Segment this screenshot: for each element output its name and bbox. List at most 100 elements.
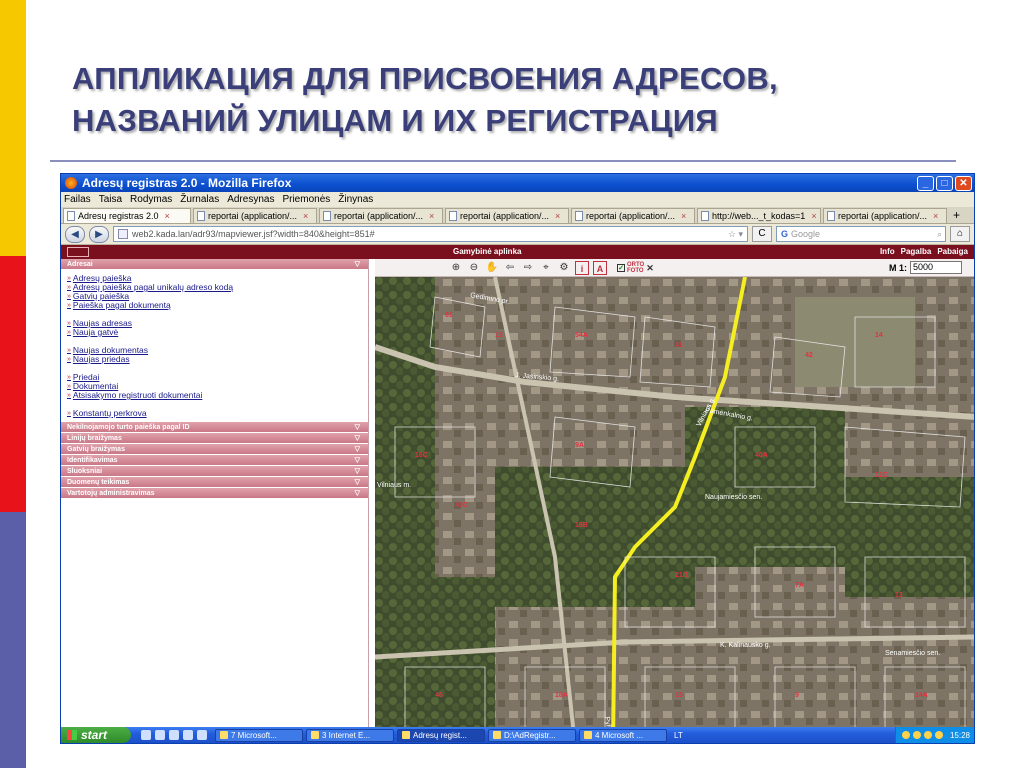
section-sluoksniai[interactable]: Sluoksniai ▽: [61, 466, 368, 477]
tab-label: reportai (application/...: [334, 210, 424, 221]
new-tab-button[interactable]: +: [949, 208, 964, 223]
task-adresu-registras[interactable]: Adresų regist...: [397, 728, 485, 742]
ortho-checkbox[interactable]: ✓: [617, 264, 625, 272]
link-konstantu-perkrova[interactable]: » Konstantų perkrova: [67, 409, 368, 418]
forward-button[interactable]: ▶: [89, 225, 109, 243]
environment-label: Gamybinė aplinka: [453, 247, 522, 256]
link-nauja-gatve[interactable]: » Nauja gatvė: [67, 328, 368, 337]
menu-item-taisa[interactable]: Taisa: [99, 192, 122, 207]
reload-button[interactable]: C: [752, 226, 772, 242]
tray-icon[interactable]: [934, 731, 943, 739]
link-paieska-pagal-dokumenta[interactable]: » Paieška pagal dokumentą: [67, 301, 368, 310]
tab-close-icon[interactable]: ×: [933, 209, 938, 223]
menu-item-zurnalas[interactable]: Žurnalas: [180, 192, 219, 207]
quick-launch-icon[interactable]: [169, 730, 179, 740]
maximize-button[interactable]: □: [936, 175, 953, 191]
svg-text:14A: 14A: [915, 692, 928, 699]
info-tool-button[interactable]: i: [575, 261, 589, 275]
section-adresai[interactable]: Adresai ▽: [61, 259, 368, 270]
zoom-out-icon[interactable]: ⊖: [467, 261, 481, 275]
task-microsoft-office-2[interactable]: 4 Microsoft ...: [579, 728, 667, 742]
firefox-icon: [65, 177, 77, 189]
chevron-down-icon[interactable]: ▽: [355, 259, 360, 270]
quick-launch-icon[interactable]: [141, 730, 151, 740]
link-label: Nauja gatvė: [72, 327, 119, 337]
slide-divider: [50, 160, 956, 162]
chevron-down-icon[interactable]: ▽: [355, 422, 360, 433]
info-link[interactable]: Info: [880, 245, 895, 259]
quick-launch: [141, 730, 207, 740]
tab-adresu-registras[interactable]: Adresų registras 2.0 ×: [63, 208, 191, 223]
section-vartotoju-administravimas[interactable]: Vartotojų administravimas ▽: [61, 488, 368, 499]
quick-launch-icon[interactable]: [197, 730, 207, 740]
link-label: Paieška pagal dokumentą: [72, 300, 171, 310]
tab-close-icon[interactable]: ×: [681, 209, 686, 223]
chevron-down-icon[interactable]: ▽: [355, 488, 360, 499]
link-naujas-priedas[interactable]: » Naujas priedas: [67, 355, 368, 364]
area-label-naujamiescio: Naujamiesčio sen.: [705, 494, 762, 501]
menu-item-failas[interactable]: Failas: [64, 192, 91, 207]
close-icon[interactable]: ✕: [646, 264, 654, 273]
pan-hand-icon[interactable]: ✋: [485, 261, 499, 275]
menu-item-rodymas[interactable]: Rodymas: [130, 192, 172, 207]
link-atsisakymo-dokumentai[interactable]: » Atsisakymo registruoti dokumentai: [67, 391, 368, 400]
tab-close-icon[interactable]: ×: [303, 209, 308, 223]
next-extent-icon[interactable]: ⇨: [521, 261, 535, 275]
section-identifikavimas[interactable]: Identifikavimas ▽: [61, 455, 368, 466]
tab-close-icon[interactable]: ×: [555, 209, 560, 223]
start-button[interactable]: start: [61, 727, 131, 743]
locate-icon[interactable]: ⌖: [539, 261, 553, 275]
task-internet-explorer[interactable]: 3 Internet E...: [306, 728, 394, 742]
tab-reportai[interactable]: reportai (application/... ×: [319, 208, 443, 223]
tab-bar: Adresų registras 2.0 × reportai (applica…: [61, 207, 974, 224]
zoom-in-icon[interactable]: ⊕: [449, 261, 463, 275]
tab-reportai[interactable]: reportai (application/... ×: [445, 208, 569, 223]
quick-launch-icon[interactable]: [155, 730, 165, 740]
tab-close-icon[interactable]: ×: [165, 209, 170, 223]
help-link[interactable]: Pagalba: [901, 245, 932, 259]
logout-link[interactable]: Pabaiga: [937, 245, 968, 259]
tray-icon[interactable]: [912, 731, 921, 739]
tray-icon[interactable]: [923, 731, 932, 739]
close-button[interactable]: ✕: [955, 175, 972, 191]
tab-close-icon[interactable]: ×: [811, 209, 816, 223]
area-tool-button[interactable]: A: [593, 261, 607, 275]
map-canvas[interactable]: 61 13 54A 41 42 14 16C 9A 40A 12C 40C 18B 21/1 7A…: [375, 277, 974, 743]
chevron-down-icon[interactable]: ▽: [355, 477, 360, 488]
chevron-down-icon[interactable]: ▽: [355, 466, 360, 477]
ortho-photo-toggle[interactable]: ✓ ORTO FOTO ✕: [617, 261, 654, 275]
task-microsoft-office[interactable]: 7 Microsoft...: [215, 728, 303, 742]
section-nekilnojamojo-turto-paieska[interactable]: Nekilnojamojo turto paieška pagal ID ▽: [61, 422, 368, 433]
back-button[interactable]: ◀: [65, 225, 85, 243]
layers-icon[interactable]: ⚙: [557, 261, 571, 275]
home-button[interactable]: ⌂: [950, 226, 970, 242]
tab-reportai[interactable]: reportai (application/... ×: [571, 208, 695, 223]
bookmark-star-icon[interactable]: ☆ ▾: [728, 227, 747, 241]
search-icon[interactable]: ⌕: [937, 227, 945, 241]
url-bar[interactable]: web2.kada.lan/adr93/mapviewer.jsf?width=…: [113, 226, 748, 242]
chevron-down-icon[interactable]: ▽: [355, 444, 360, 455]
chevron-down-icon[interactable]: ▽: [355, 433, 360, 444]
task-label: 4 Microsoft ...: [595, 730, 644, 740]
chevron-down-icon[interactable]: ▽: [355, 455, 360, 466]
tab-reportai[interactable]: reportai (application/... ×: [193, 208, 317, 223]
section-gatviu-braizymas[interactable]: Gatvių braižymas ▽: [61, 444, 368, 455]
task-folder-adregistr[interactable]: D:\AdRegistr...: [488, 728, 576, 742]
menu-item-priemones[interactable]: Priemonės: [282, 192, 330, 207]
tab-reportai[interactable]: reportai (application/... ×: [823, 208, 947, 223]
tab-http-web[interactable]: http://web..._t_kodas=1 ×: [697, 208, 821, 223]
minimize-button[interactable]: _: [917, 175, 934, 191]
quick-launch-icon[interactable]: [183, 730, 193, 740]
language-indicator[interactable]: LT: [674, 731, 683, 740]
previous-extent-icon[interactable]: ⇦: [503, 261, 517, 275]
menu-item-adresynas[interactable]: Adresynas: [227, 192, 274, 207]
window-titlebar[interactable]: Adresų registras 2.0 - Mozilla Firefox _…: [61, 174, 974, 192]
tray-icon[interactable]: [901, 731, 910, 739]
section-liniju-braizymas[interactable]: Linijų braižymas ▽: [61, 433, 368, 444]
scale-input[interactable]: 5000: [910, 261, 962, 274]
search-input[interactable]: G Google ⌕: [776, 226, 946, 242]
section-duomenu-teikimas[interactable]: Duomenų teikimas ▽: [61, 477, 368, 488]
tab-close-icon[interactable]: ×: [429, 209, 434, 223]
menu-item-zinynas[interactable]: Žinynas: [338, 192, 373, 207]
app-logo-icon[interactable]: [67, 247, 89, 257]
